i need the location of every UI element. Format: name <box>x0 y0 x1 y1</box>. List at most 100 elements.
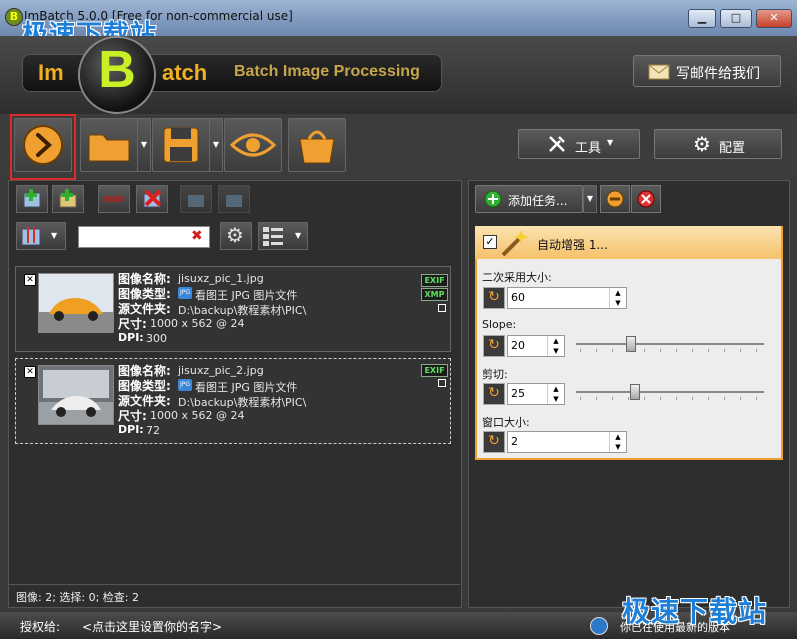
slider-tick <box>708 349 709 352</box>
jpg-file-icon: JPG <box>178 379 192 391</box>
image-2-dpi: 72 <box>146 424 160 437</box>
slider-tick <box>596 349 597 352</box>
minus-circle-icon <box>606 190 624 208</box>
image-1-name: jisuxz_pic_1.jpg <box>178 272 264 285</box>
maximize-button[interactable]: □ <box>720 9 752 28</box>
reset-slope-icon[interactable]: ↻ <box>483 335 505 357</box>
close-button[interactable]: ✕ <box>756 9 792 28</box>
selection-status: 图像: 2; 选择: 0; 检查: 2 <box>16 591 140 604</box>
image-card-2[interactable]: ✕ 图像名称: jisuxz_pic_2.jpg 图像类型: JPG 看图王 J… <box>15 358 451 444</box>
spin-arrows[interactable]: ▲ ▼ <box>547 336 564 356</box>
shopping-bag-icon <box>299 130 335 164</box>
add-folder-button[interactable] <box>52 185 84 213</box>
run-button[interactable] <box>14 118 72 172</box>
license-name-link[interactable]: <点击这里设置你的名字> <box>82 618 222 635</box>
param-resize-input[interactable]: 60 ▲ ▼ <box>507 287 627 309</box>
clip-slider-track[interactable] <box>576 391 764 393</box>
shop-button[interactable] <box>288 118 346 172</box>
image-2-size: 1000 x 562 @ 24 <box>150 409 245 422</box>
app-icon: B <box>5 8 23 26</box>
add-task-button[interactable]: 添加任务... <box>475 185 583 213</box>
spin-arrows[interactable]: ▲ ▼ <box>547 384 564 404</box>
slider-tick <box>612 349 613 352</box>
spin-arrows[interactable]: ▲ ▼ <box>609 432 626 452</box>
image-1-size-label: 尺寸: <box>118 317 147 331</box>
clear-search-icon[interactable]: ✖ <box>191 228 203 244</box>
export-icon <box>188 195 204 207</box>
config-button[interactable]: ⚙ 配置 <box>654 129 782 159</box>
add-folder-icon <box>59 189 77 208</box>
add-image-icon <box>23 189 41 208</box>
slider-tick <box>612 397 613 400</box>
task-enabled-checkbox[interactable]: ✓ <box>483 235 497 249</box>
slider-tick <box>644 397 645 400</box>
clip-slider-thumb[interactable] <box>630 384 640 400</box>
slider-tick <box>756 349 757 352</box>
reset-window-icon[interactable]: ↻ <box>483 431 505 453</box>
logo-im: Im <box>38 60 64 85</box>
image-1-checkbox[interactable]: ✕ <box>24 274 36 286</box>
task-header[interactable]: ✓ 自动增强 1... <box>475 226 781 259</box>
slider-tick <box>660 397 661 400</box>
slider-tick <box>740 397 741 400</box>
slider-tick <box>644 349 645 352</box>
remove-all-button[interactable] <box>136 185 168 213</box>
search-input[interactable]: ✖ <box>78 226 210 248</box>
param-window-label: 窗口大小: <box>482 416 530 429</box>
param-resize-label: 二次采用大小: <box>482 271 552 284</box>
preview-button[interactable] <box>224 118 282 172</box>
task-title: 自动增强 1... <box>537 238 608 252</box>
open-folder-dropdown[interactable]: ▼ <box>137 118 151 172</box>
image-2-checkbox[interactable]: ✕ <box>24 366 36 378</box>
param-window-value: 2 <box>511 435 518 448</box>
title-bar[interactable]: B ImBatch 5.0.0 [Free for non-commercial… <box>0 0 797 50</box>
envelope-icon <box>648 64 670 80</box>
add-image-button[interactable] <box>16 185 48 213</box>
tools-label: 工具 <box>575 141 602 156</box>
reset-clip-icon[interactable]: ↻ <box>483 383 505 405</box>
remove-task-button[interactable] <box>600 185 630 213</box>
param-clip-input[interactable]: 25 ▲ ▼ <box>507 383 565 405</box>
paint-tools-icon <box>21 227 41 246</box>
settings-image-button[interactable]: ⚙ <box>220 222 252 250</box>
param-slope-input[interactable]: 20 ▲ ▼ <box>507 335 565 357</box>
reset-resize-icon[interactable]: ↻ <box>483 287 505 309</box>
spin-arrows[interactable]: ▲ ▼ <box>609 288 626 308</box>
image-1-dpi: 300 <box>146 332 167 345</box>
param-window-input[interactable]: 2 ▲ ▼ <box>507 431 627 453</box>
minus-icon <box>104 196 124 202</box>
wrench-icon <box>549 136 565 152</box>
view-options-button[interactable]: ▼ <box>16 222 66 250</box>
image-2-thumbnail <box>38 365 114 425</box>
image-1-type: 看图王 JPG 图片文件 <box>195 289 298 302</box>
param-slope-value: 20 <box>511 339 525 352</box>
add-task-dropdown[interactable]: ▼ <box>583 185 597 213</box>
gear-image-icon: ⚙ <box>226 223 244 247</box>
move-up-button[interactable] <box>180 185 212 213</box>
tools-menu-button[interactable]: 工具 ▼ <box>518 129 640 159</box>
clear-tasks-button[interactable] <box>631 185 661 213</box>
move-down-button[interactable] <box>218 185 250 213</box>
slider-tick <box>708 397 709 400</box>
slider-tick <box>596 397 597 400</box>
logo-atch: atch <box>162 60 208 85</box>
image-1-size: 1000 x 562 @ 24 <box>150 317 245 330</box>
slope-slider-track[interactable] <box>576 343 764 345</box>
view-options-arrow: ▼ <box>51 231 58 240</box>
folder-icon <box>88 134 130 162</box>
save-dropdown[interactable]: ▼ <box>209 118 223 172</box>
image-2-marker <box>438 379 446 387</box>
gear-icon: ⚙ <box>693 132 711 156</box>
xmp-badge: XMP <box>421 288 448 301</box>
email-us-button[interactable]: 写邮件给我们 <box>633 55 781 87</box>
add-task-label: 添加任务... <box>508 194 568 208</box>
open-folder-button[interactable] <box>80 118 138 172</box>
tools-dropdown-arrow: ▼ <box>607 138 614 147</box>
image-card-1[interactable]: ✕ 图像名称: jisuxz_pic_1.jpg 图像类型: JPG 看图王 J… <box>15 266 451 352</box>
remove-image-button[interactable] <box>98 185 130 213</box>
save-button[interactable] <box>152 118 210 172</box>
image-2-size-label: 尺寸: <box>118 409 147 423</box>
minimize-button[interactable]: ▁ <box>688 9 716 28</box>
slider-tick <box>580 397 581 400</box>
layout-button[interactable]: ▼ <box>258 222 308 250</box>
